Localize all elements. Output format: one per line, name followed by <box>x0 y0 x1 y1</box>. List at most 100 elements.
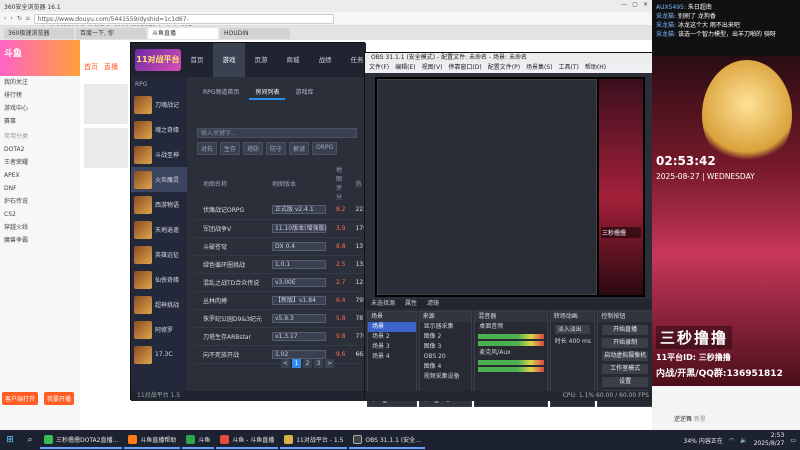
gp-menu-games[interactable]: 游戏 <box>213 43 245 77</box>
gp-game-item[interactable]: 阿修罗 <box>131 317 187 342</box>
category-item[interactable]: 王者荣耀 <box>0 156 80 169</box>
obs-menu-edit[interactable]: 编辑(E) <box>395 63 415 73</box>
gp-table-row[interactable]: 混乱之战TD合众传说v3.00E2.71224 <box>193 273 371 292</box>
gp-table-row[interactable]: 丛林肉搏【新版】v1.846.47951 <box>193 291 371 310</box>
scene-item[interactable]: 场景 2 <box>368 332 416 342</box>
taskbar-clock[interactable]: 2:53 2025/8/27 <box>754 432 785 448</box>
gp-menu-home[interactable]: 首页 <box>181 43 213 77</box>
version-select[interactable]: 【新版】v1.84 <box>271 295 326 305</box>
virtual-camera-button[interactable]: 启动虚拟摄像机 <box>602 351 648 361</box>
tab-2[interactable]: 百度一下, 你 <box>76 27 146 39</box>
page-1[interactable]: 1 <box>292 359 301 368</box>
gp-table-row[interactable]: 刀塔生存ARBstarv1.3.179.87760 <box>193 327 371 346</box>
version-select[interactable]: 1.02 <box>271 349 326 359</box>
windows-start-icon[interactable]: ⊞ <box>0 430 20 450</box>
home-icon[interactable]: ⌂ <box>26 15 30 22</box>
category-item[interactable]: APEX <box>0 169 80 182</box>
obs-menu-view[interactable]: 视图(V) <box>422 63 443 73</box>
sidebar-item-esports[interactable]: 赛事 <box>0 115 80 128</box>
gp-filter-tag[interactable]: 对抗 <box>197 142 218 155</box>
client-open-button[interactable]: 客户端打开 <box>2 392 39 405</box>
scene-item[interactable]: 场景 4 <box>368 352 416 362</box>
scene-item[interactable]: 场景 3 <box>368 342 416 352</box>
transition-select[interactable]: 淡入淡出 <box>554 325 591 334</box>
obs-menu-help[interactable]: 帮助(H) <box>585 63 606 73</box>
category-item[interactable]: 魔兽争霸 <box>0 234 80 247</box>
gp-search-input[interactable]: 输入关键字... <box>197 128 357 138</box>
taskbar-item[interactable]: 三秒撸撸DOTA2直播... <box>40 431 123 449</box>
duration-value[interactable]: 400 ms <box>569 338 591 345</box>
page-2[interactable]: 2 <box>303 359 312 368</box>
wifi-icon[interactable]: ◠ <box>729 437 734 444</box>
page-next[interactable]: > <box>325 359 334 368</box>
col-map-score[interactable]: 地图评分 <box>326 165 346 201</box>
gp-game-item[interactable]: 斗战圣神 <box>131 142 187 167</box>
gp-game-item[interactable]: 西游物语 <box>131 192 187 217</box>
obs-menu-file[interactable]: 文件(F) <box>369 63 389 73</box>
version-select[interactable]: 1.0.1 <box>271 259 326 269</box>
category-item[interactable]: 炉石传说 <box>0 195 80 208</box>
gp-filter-tag[interactable]: 防守 <box>266 142 287 155</box>
gp-game-item[interactable]: 17.3C <box>131 342 187 367</box>
obs-menu-tools[interactable]: 工具(T) <box>559 63 579 73</box>
douyu-logo[interactable]: 斗鱼 <box>0 40 80 76</box>
gp-subtab-rooms[interactable]: 房间列表 <box>249 85 286 100</box>
gp-game-item-selected[interactable]: 火炎魔灵 <box>131 167 187 192</box>
back-icon[interactable]: ‹ <box>4 15 6 22</box>
category-item[interactable]: CS2 <box>0 208 80 221</box>
source-item[interactable]: 图像 3 <box>420 342 472 352</box>
taskbar-item[interactable]: 斗鱼 <box>182 431 215 449</box>
tab-4[interactable]: HOUDIN <box>220 27 290 39</box>
obs-menu-docks[interactable]: 停靠窗口(D) <box>448 63 481 73</box>
gp-game-item[interactable]: 天地逍遥 <box>131 217 187 242</box>
gp-subtab-home[interactable]: RPG频道首页 <box>197 85 245 100</box>
stream-card[interactable] <box>84 84 128 124</box>
obs-menu-scenecollection[interactable]: 场景集(S) <box>526 63 553 73</box>
maximize-icon[interactable]: ▢ <box>632 1 638 8</box>
search-icon[interactable]: ⌕ <box>20 430 40 450</box>
gp-game-item[interactable]: 刀魂战记 <box>131 92 187 117</box>
battery-status[interactable]: 34% 内容正在 <box>684 436 723 445</box>
gp-table-row[interactable]: 军团战争Ⅴ11.10版本(增强版)3.91791 <box>193 219 371 238</box>
gp-table-row[interactable]: 绿色循环圈挑战1.0.12.51320 <box>193 255 371 274</box>
forward-icon[interactable]: › <box>10 15 12 22</box>
gp-game-item[interactable]: 魂之奇缘 <box>131 117 187 142</box>
gp-filter-tag[interactable]: 塔防 <box>243 142 264 155</box>
page-3[interactable]: 3 <box>314 359 323 368</box>
gp-filter-tag[interactable]: 解谜 <box>289 142 310 155</box>
category-item[interactable]: DNF <box>0 182 80 195</box>
taskbar-item[interactable]: OBS 31.1.1 (安全... <box>349 431 425 449</box>
gp-table-row[interactable]: 伏魔战记ORPG正式版 v2.4.18.22230 <box>193 201 371 220</box>
sidebar-item-games[interactable]: 游戏中心 <box>0 102 80 115</box>
taskbar-item[interactable]: 斗鱼 - 斗鱼直播 <box>216 431 279 449</box>
notification-icon[interactable]: ▭ <box>790 437 796 444</box>
col-map-name[interactable]: 地图名称 <box>193 165 262 201</box>
obs-menu-profile[interactable]: 配置文件(P) <box>488 63 520 73</box>
start-recording-button[interactable]: 开始录制 <box>602 338 648 348</box>
version-select[interactable]: v1.3.17 <box>271 331 326 341</box>
gp-subtab-library[interactable]: 游戏库 <box>289 85 319 100</box>
tab-3[interactable]: 斗鱼直播 <box>148 27 218 39</box>
sidebar-item-rank[interactable]: 排行榜 <box>0 89 80 102</box>
settings-button[interactable]: 设置 <box>602 377 648 387</box>
version-select[interactable]: 11.10版本(增强版) <box>271 223 327 233</box>
gp-game-item[interactable]: 超神挑战 <box>131 292 187 317</box>
source-item[interactable]: 图像 4 <box>420 362 472 372</box>
refresh-icon[interactable]: ↻ <box>17 15 22 22</box>
taskbar-item[interactable]: 11对战平台 - 1.5 <box>280 431 348 449</box>
category-item[interactable]: DOTA2 <box>0 143 80 156</box>
obs-preview[interactable]: 三秒撸撸 <box>375 77 645 297</box>
source-item[interactable]: 视频采集设备 <box>420 372 472 382</box>
gp-filter-tag[interactable]: 生存 <box>220 142 241 155</box>
source-item[interactable]: OBS 20 <box>420 352 472 362</box>
studio-mode-button[interactable]: 工作室模式 <box>602 364 648 374</box>
version-select[interactable]: v5.9.3 <box>271 313 326 323</box>
gp-filter-tag[interactable]: ORPG <box>312 142 338 155</box>
version-select[interactable]: DX 0.4 <box>271 241 326 251</box>
gp-game-item[interactable]: 英雄远征 <box>131 242 187 267</box>
category-item[interactable]: 穿越火线 <box>0 221 80 234</box>
gp-menu-shop[interactable]: 商城 <box>277 43 309 77</box>
gp-game-item[interactable]: 仙侠奇缘 <box>131 267 187 292</box>
address-input[interactable]: https://www.douyu.com/5441559/dyshid=1c1… <box>33 13 334 32</box>
col-map-version[interactable]: 地图版本 <box>262 165 326 201</box>
